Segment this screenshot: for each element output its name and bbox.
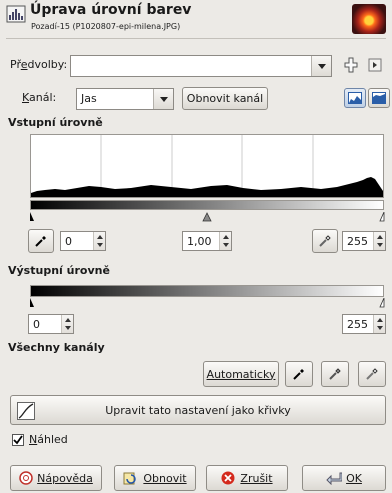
spinner-arrows[interactable] — [219, 232, 231, 250]
chevron-down-icon[interactable] — [153, 89, 173, 109]
chevron-down-icon[interactable] — [311, 56, 331, 76]
auto-button[interactable]: Automaticky — [203, 361, 279, 387]
reset-icon — [123, 472, 137, 485]
gamma-handle[interactable] — [202, 212, 212, 222]
output-high-spinner[interactable]: 255 — [342, 314, 386, 334]
reset-button[interactable]: Obnovit — [114, 465, 196, 491]
pick-black-point-button[interactable] — [28, 229, 54, 253]
white-point-value: 255 — [347, 235, 368, 248]
dialog-subtitle: Pozadí-15 (P1020807-epi-milena.JPG) — [31, 22, 181, 31]
reset-channel-button[interactable]: Obnovit kanál — [182, 87, 268, 110]
eyedropper-black-icon — [293, 369, 304, 380]
eyedropper-white-icon — [366, 368, 378, 380]
channel-value: Jas — [81, 92, 97, 105]
input-slider-track[interactable] — [28, 211, 386, 222]
edit-as-curves-label: Upravit tato nastavení jako křivky — [105, 403, 291, 417]
help-button[interactable]: Nápověda — [10, 465, 102, 491]
add-preset-icon[interactable] — [344, 57, 358, 73]
spinner-arrows[interactable] — [373, 315, 385, 333]
input-histogram — [30, 134, 384, 198]
pick-white-all-button[interactable] — [358, 361, 386, 387]
input-gradient-bar — [30, 200, 384, 210]
help-icon — [19, 471, 33, 485]
dialog-title: Úprava úrovní barev — [30, 2, 192, 18]
output-low-spinner[interactable]: 0 — [28, 314, 74, 334]
input-levels-heading: Vstupní úrovně — [8, 116, 103, 129]
all-channels-heading: Všechny kanály — [8, 341, 105, 354]
preset-menu-icon[interactable] — [368, 58, 382, 72]
eyedropper-white-icon — [319, 235, 331, 247]
gamma-value: 1,00 — [187, 235, 212, 248]
header-separator — [6, 38, 386, 39]
edit-as-curves-button[interactable]: Upravit tato nastavení jako křivky — [10, 395, 386, 425]
channel-label: Kanál: — [22, 91, 57, 104]
pick-gray-all-button[interactable] — [321, 361, 349, 387]
cancel-icon — [221, 471, 235, 485]
log-histogram-icon — [372, 92, 386, 104]
image-thumbnail — [352, 4, 386, 34]
levels-icon — [6, 5, 26, 23]
output-slider-track[interactable] — [28, 297, 386, 308]
spinner-arrows[interactable] — [61, 315, 73, 333]
ok-label: OK — [346, 471, 362, 485]
checkmark-icon — [13, 435, 23, 445]
linear-histogram-button[interactable] — [344, 88, 366, 108]
pick-black-all-button[interactable] — [285, 361, 313, 387]
channel-combo[interactable]: Jas — [76, 88, 174, 110]
white-point-handle[interactable] — [379, 211, 385, 222]
black-point-value: 0 — [65, 235, 72, 248]
linear-histogram-icon — [348, 92, 362, 104]
preview-checkbox[interactable] — [12, 434, 24, 446]
ok-arrow-icon — [326, 472, 343, 485]
preview-label: Náhled — [29, 433, 68, 446]
presets-label: Předvolby: — [10, 58, 68, 71]
output-low-handle[interactable] — [30, 298, 34, 307]
cancel-button[interactable]: Zrušit — [206, 465, 288, 491]
spinner-arrows[interactable] — [373, 232, 385, 250]
output-high-handle[interactable] — [379, 297, 385, 308]
white-point-spinner[interactable]: 255 — [342, 231, 386, 251]
help-label: Nápověda — [37, 471, 93, 485]
eyedropper-gray-icon — [329, 368, 341, 380]
log-histogram-button[interactable] — [368, 88, 390, 108]
output-levels-heading: Výstupní úrovně — [8, 264, 110, 277]
presets-combo[interactable] — [70, 55, 332, 77]
output-high-value: 255 — [347, 318, 368, 331]
output-low-value: 0 — [33, 318, 40, 331]
reset-label: Obnovit — [143, 471, 187, 485]
cancel-label: Zrušit — [240, 471, 273, 485]
spinner-arrows[interactable] — [93, 232, 105, 250]
output-gradient-bar — [30, 285, 384, 297]
black-point-spinner[interactable]: 0 — [60, 231, 106, 251]
black-point-handle[interactable] — [30, 212, 34, 221]
eyedropper-black-icon — [35, 236, 46, 247]
curves-icon — [17, 402, 35, 420]
gamma-spinner[interactable]: 1,00 — [182, 231, 232, 251]
pick-white-point-button[interactable] — [312, 229, 338, 253]
ok-button[interactable]: OK — [302, 465, 386, 491]
